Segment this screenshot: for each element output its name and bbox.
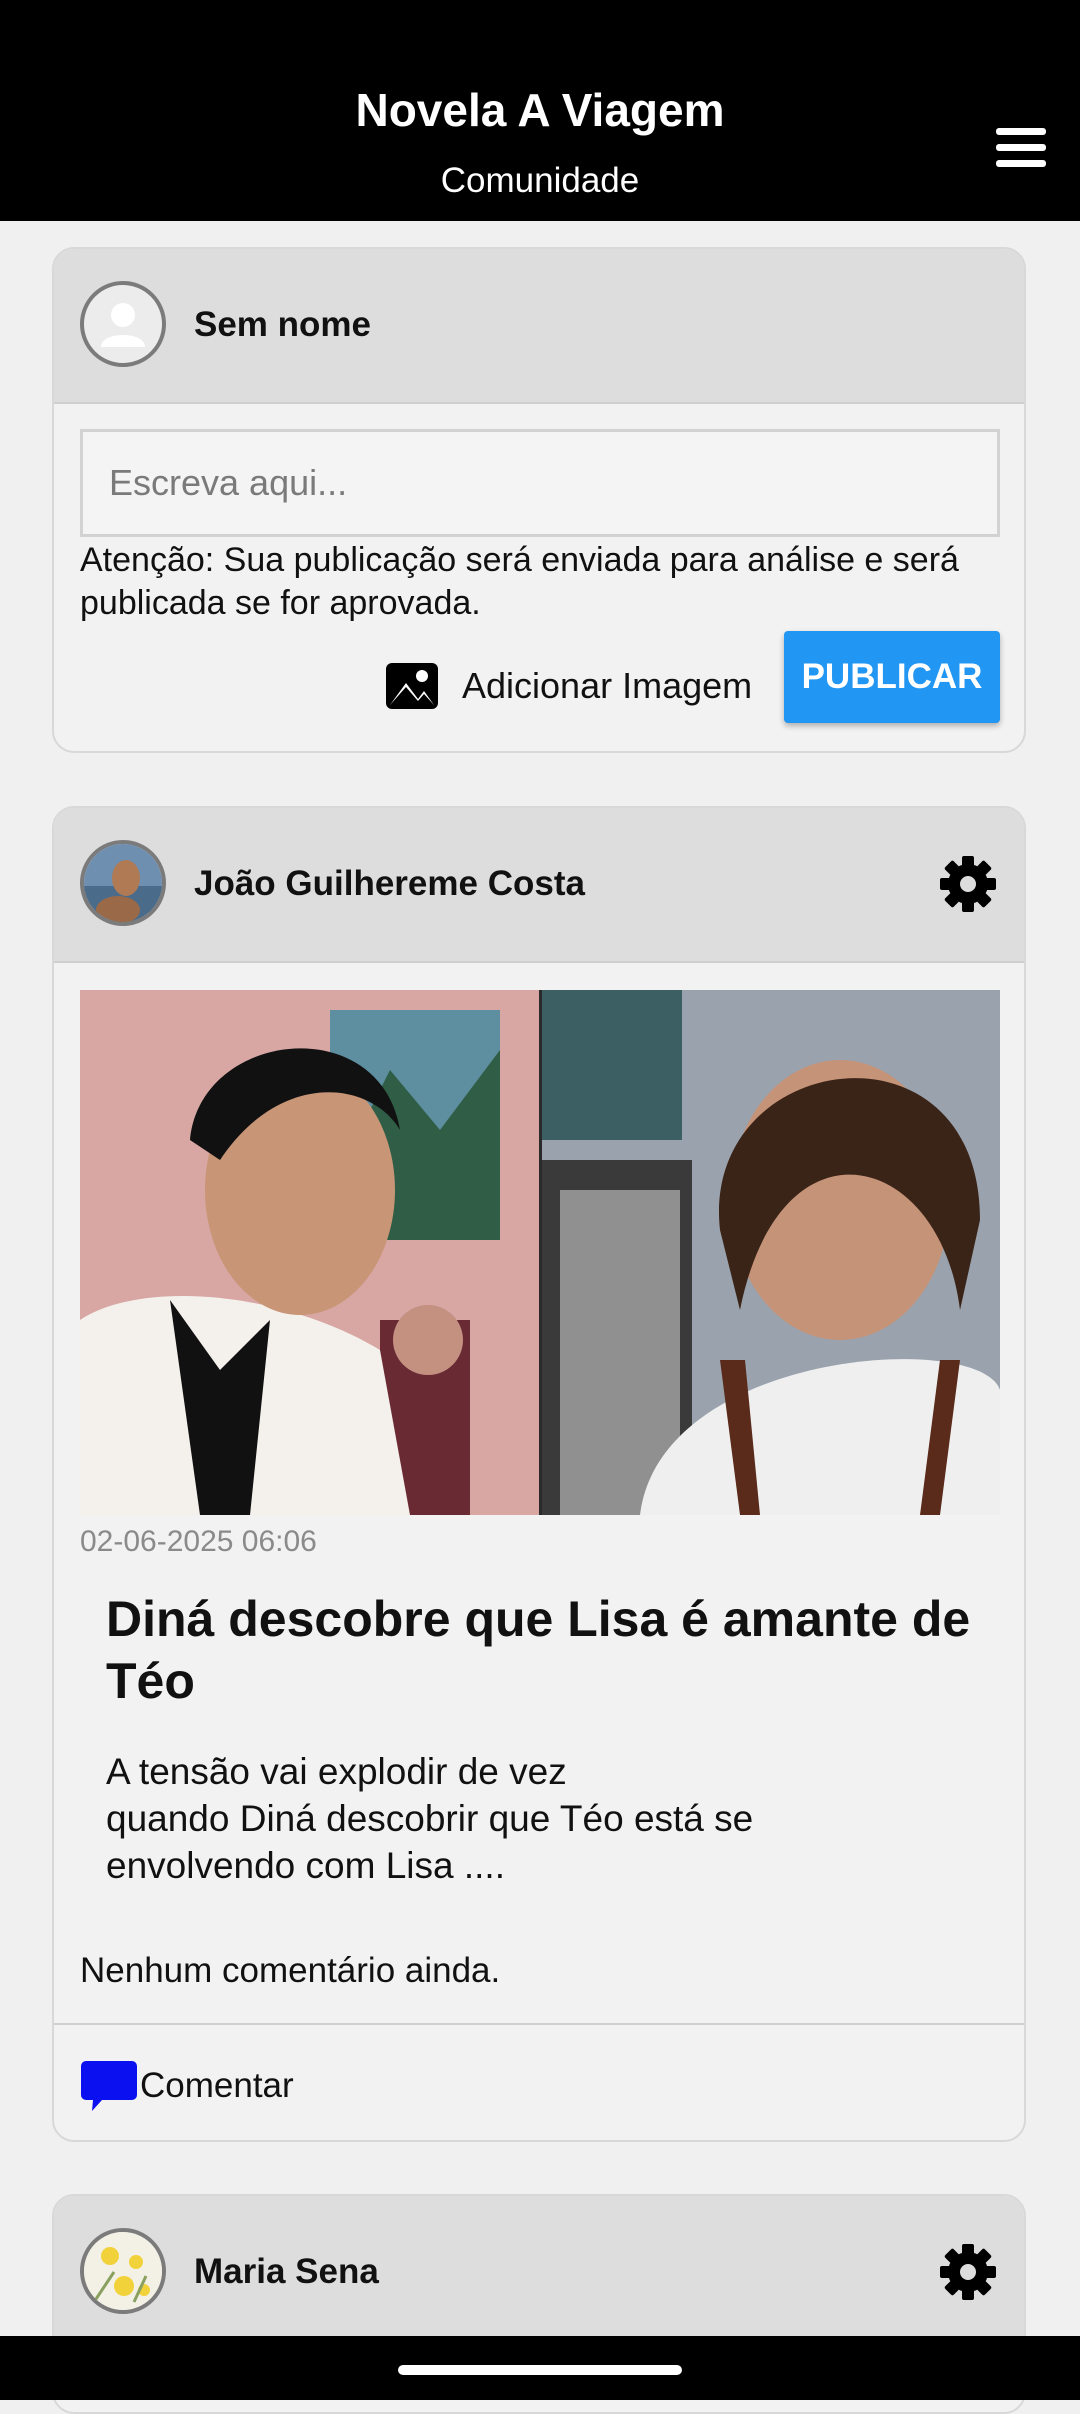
app-subtitle: Comunidade [440, 161, 640, 200]
home-indicator[interactable] [398, 2365, 682, 2375]
app-header: Novela A Viagem Comunidade [0, 0, 1080, 221]
author-avatar[interactable] [80, 2228, 166, 2314]
speech-bubble-icon [81, 2061, 137, 2111]
default-user-icon [80, 281, 166, 367]
comment-button[interactable]: Comentar [80, 2056, 294, 2116]
app-title: Novela A Viagem [355, 84, 725, 136]
comments-status: Nenhum comentário ainda. [80, 1951, 501, 1990]
post-author[interactable]: Maria Sena [194, 2248, 379, 2296]
moderation-notice: Atenção: Sua publicação será enviada par… [80, 541, 959, 622]
composer-header: Sem nome [54, 249, 1024, 404]
gear-icon[interactable] [938, 854, 998, 914]
post-header: João Guilhereme Costa [54, 808, 1024, 963]
comment-label: Comentar [140, 2066, 294, 2105]
hamburger-menu-icon[interactable] [996, 128, 1046, 168]
post-timestamp: 02-06-2025 06:06 [80, 1525, 317, 1558]
post-title: Diná descobre que Lisa é amante de Téo [106, 1591, 971, 1709]
divider [54, 2023, 1024, 2025]
post-body: A tensão vai explodir de vez quando Diná… [106, 1751, 754, 1886]
composer-username: Sem nome [194, 305, 371, 344]
gear-icon[interactable] [938, 2242, 998, 2302]
post-card: João Guilhereme Costa 02-06-2025 06:06 D… [52, 806, 1026, 2142]
publish-button[interactable]: PUBLICAR [784, 631, 1000, 723]
image-icon [386, 663, 438, 709]
author-avatar[interactable] [80, 840, 166, 926]
add-image-button[interactable]: Adicionar Imagem [384, 651, 752, 721]
post-author[interactable]: João Guilhereme Costa [194, 860, 585, 908]
post-image[interactable] [80, 990, 1000, 1515]
composer-card: Sem nome Atenção: Sua publicação será en… [52, 247, 1026, 753]
post-header: Maria Sena [54, 2196, 1024, 2351]
post-text-input[interactable] [80, 429, 1000, 537]
add-image-label: Adicionar Imagem [462, 665, 753, 706]
